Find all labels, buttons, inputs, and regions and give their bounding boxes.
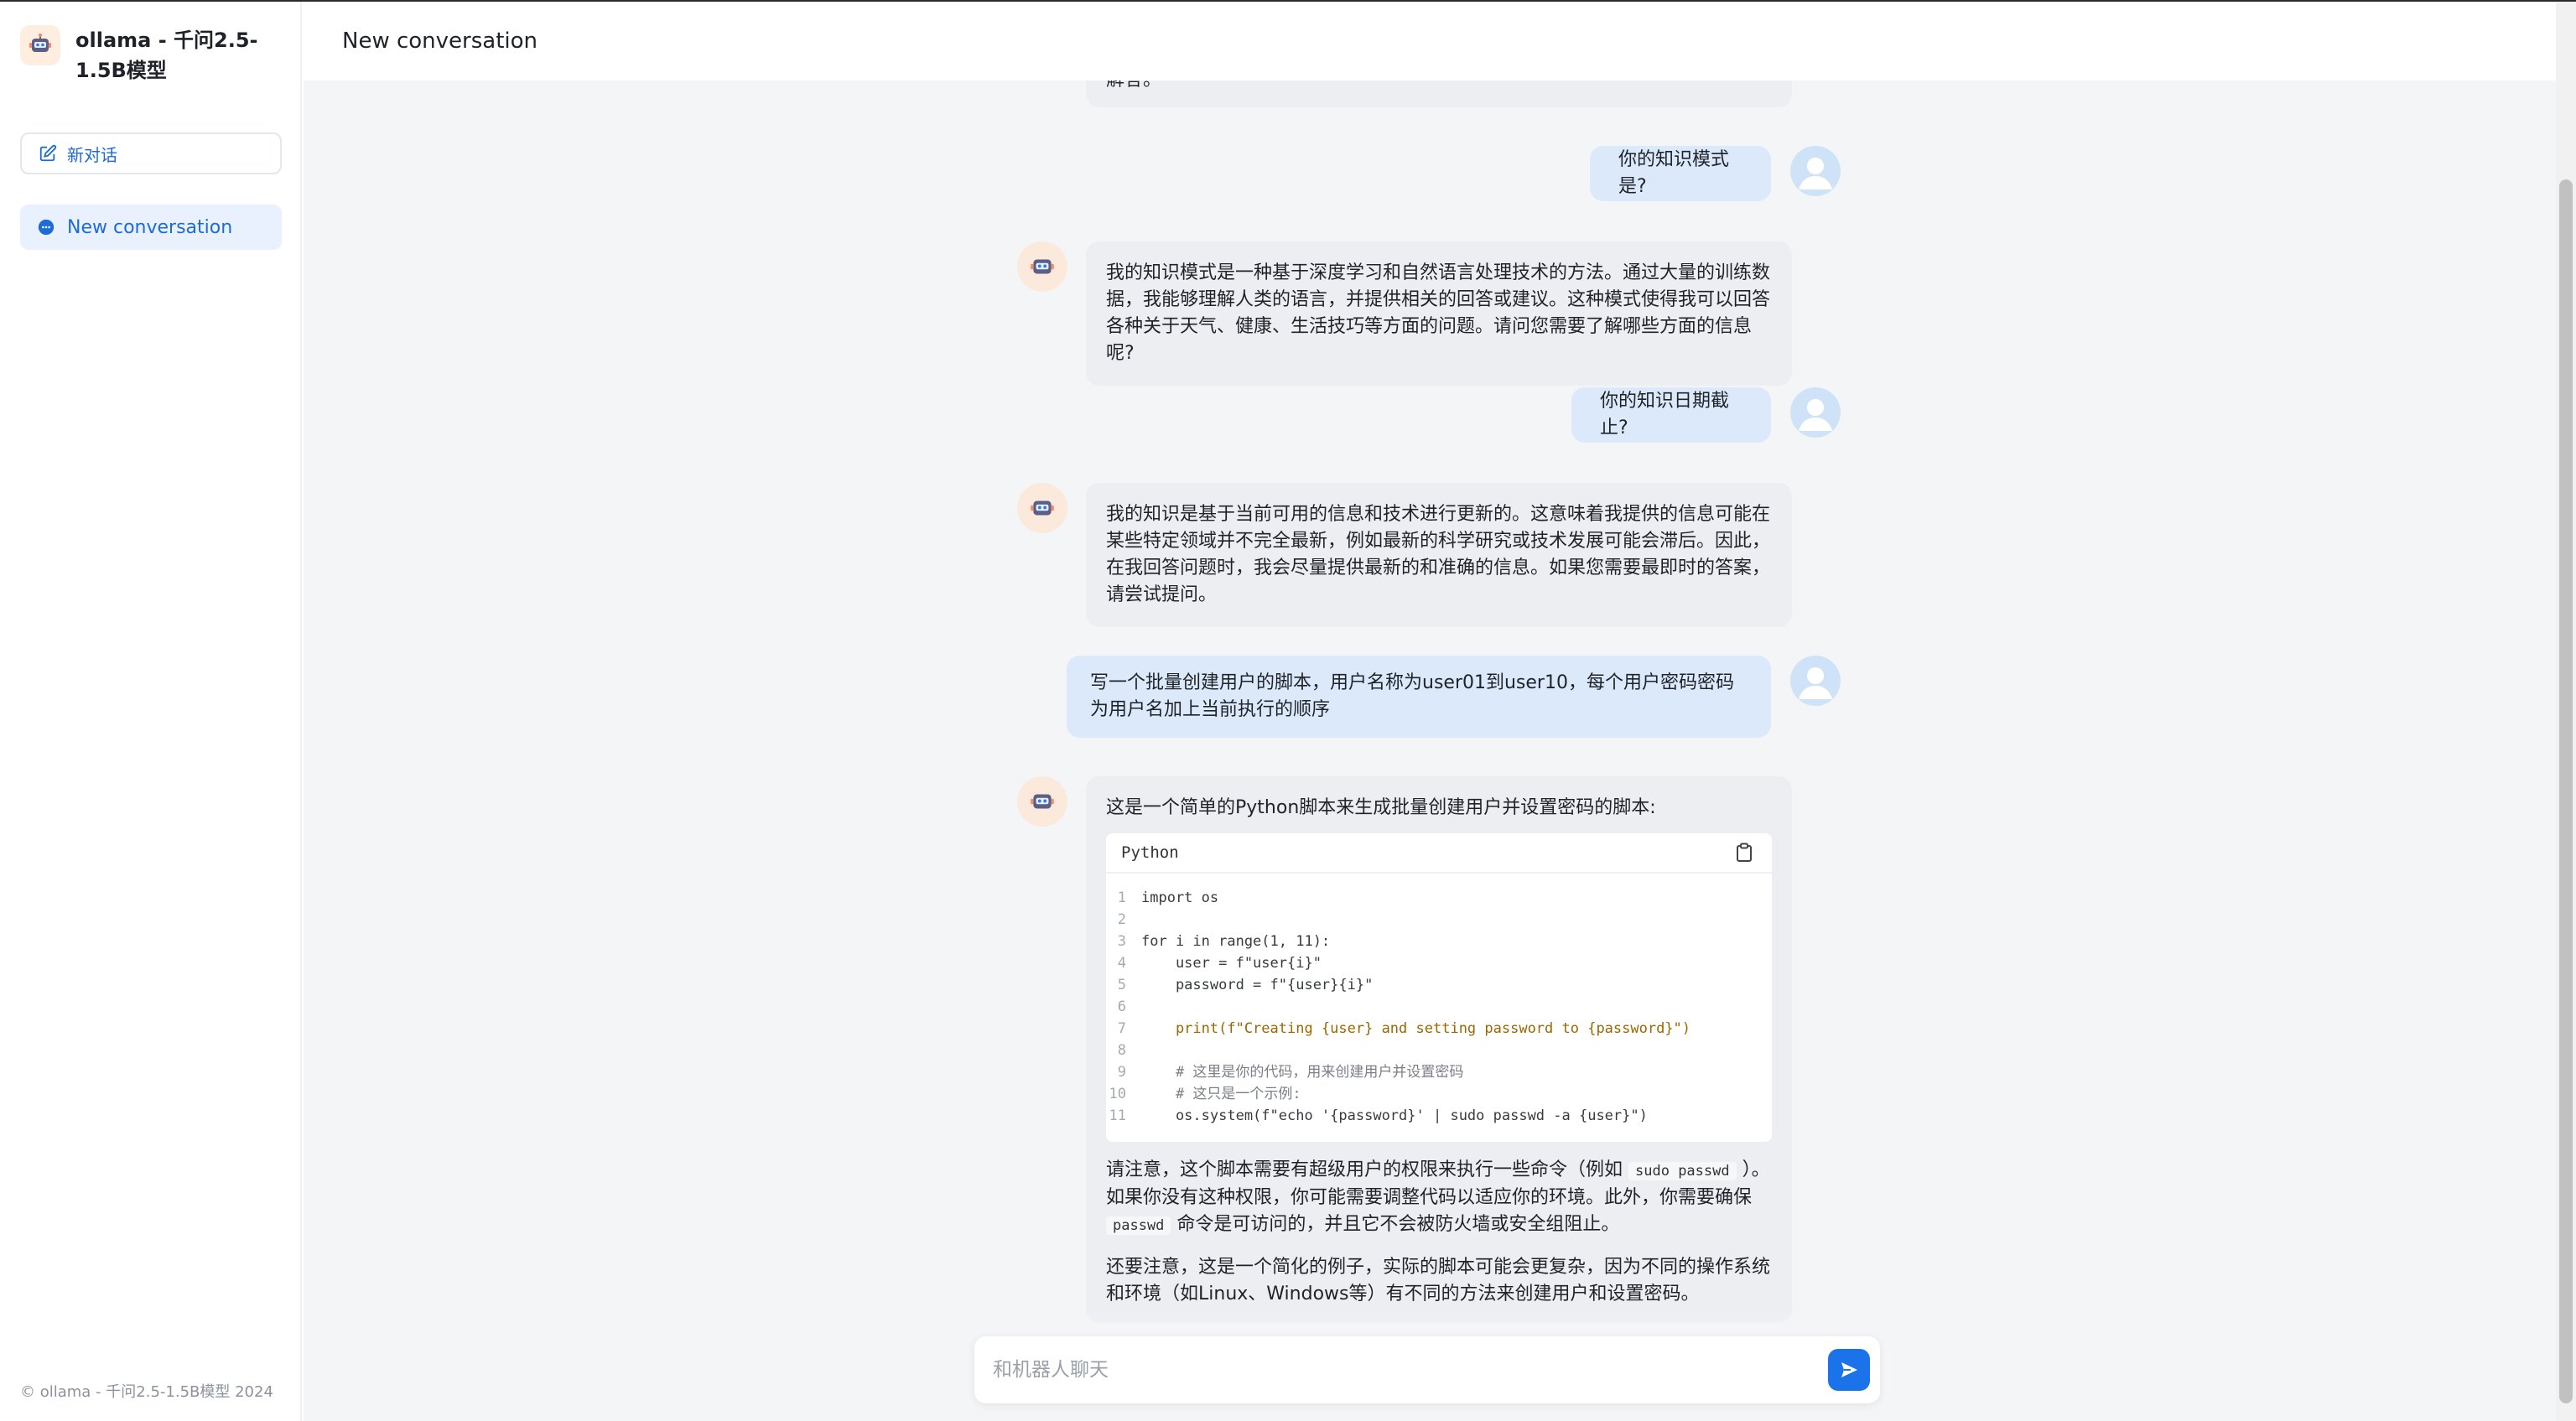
code-header: Python xyxy=(1106,833,1772,874)
send-button[interactable] xyxy=(1828,1349,1870,1391)
chat-bubble-icon xyxy=(38,219,55,236)
code-text: password = f"{user}{i}" xyxy=(1141,977,1374,993)
chat-main: New conversation 解答。 你的知识模式是? 我的知识模式是一种基… xyxy=(304,2,2556,1421)
code-body: 1 import os 2 3 for i in range(1, 11): 4 u… xyxy=(1106,874,1772,1142)
code-line: 11 os.system(f"echo '{password}' | sudo … xyxy=(1106,1105,1772,1127)
bot-avatar xyxy=(1017,483,1067,533)
message-composer xyxy=(974,1336,1880,1403)
code-block: Python 1 import os 2 3 for i in range(1, 1… xyxy=(1106,833,1772,1142)
code-line: 4 user = f"user{i}" xyxy=(1106,952,1772,974)
send-icon xyxy=(1841,1362,1857,1377)
inline-code: sudo passwd xyxy=(1628,1162,1737,1180)
code-line: 8 xyxy=(1117,1042,1126,1059)
code-text: # 这只是一个示例: xyxy=(1141,1086,1301,1102)
message-text: 你的知识日期截止? xyxy=(1600,391,1730,438)
code-text: os.system(f"echo '{password}' | sudo pas… xyxy=(1141,1107,1648,1124)
edit-icon xyxy=(39,144,57,162)
bot-message: 这是一个简单的Python脚本来生成批量创建用户并设置密码的脚本: Python… xyxy=(1086,776,1792,1323)
sidebar-item-conversation[interactable]: New conversation xyxy=(20,205,282,250)
code-line: 6 xyxy=(1117,998,1126,1015)
message-text: 写一个批量创建用户的脚本，用户名称为user01到user10，每个用户密码密码… xyxy=(1090,672,1734,720)
copyright: © ollama - 千问2.5-1.5B模型 2024 xyxy=(20,1383,273,1401)
message-paragraph: 还要注意，这是一个简化的例子，实际的脚本可能会更复杂，因为不同的操作系统和环境（… xyxy=(1106,1257,1771,1304)
code-line: 10 # 这只是一个示例: xyxy=(1106,1083,1772,1105)
code-line: 3 for i in range(1, 11): xyxy=(1106,931,1772,952)
code-text: print(f"Creating {user} and setting pass… xyxy=(1141,1020,1691,1037)
code-line: 7 print(f"Creating {user} and setting pa… xyxy=(1106,1018,1772,1040)
bot-avatar xyxy=(1017,776,1067,827)
clipboard-icon[interactable] xyxy=(1735,843,1753,863)
code-text: for i in range(1, 11): xyxy=(1141,933,1331,950)
user-avatar xyxy=(1790,146,1841,196)
code-text: user = f"user{i}" xyxy=(1141,955,1322,972)
chat-input[interactable] xyxy=(993,1351,1781,1388)
code-text: import os xyxy=(1141,889,1219,906)
bot-avatar xyxy=(1017,241,1067,292)
message-text: 我的知识是基于当前可用的信息和技术进行更新的。这意味着我提供的信息可能在某些特定… xyxy=(1106,504,1771,605)
message-text: 请注意，这个脚本需要有超级用户的权限来执行一些命令（例如 xyxy=(1106,1159,1623,1180)
user-message: 你的知识日期截止? xyxy=(1571,387,1771,443)
user-avatar xyxy=(1790,387,1841,438)
code-line: 9 # 这里是你的代码，用来创建用户并设置密码 xyxy=(1106,1061,1772,1083)
message-text: 命令是可访问的，并且它不会被防火墙或安全组阻止。 xyxy=(1176,1214,1620,1235)
scrollbar-thumb[interactable] xyxy=(2559,179,2573,1403)
bot-message: 我的知识模式是一种基于深度学习和自然语言处理技术的方法。通过大量的训练数据，我能… xyxy=(1086,241,1792,386)
inline-code: passwd xyxy=(1106,1216,1171,1235)
new-chat-label: 新对话 xyxy=(67,144,117,165)
app-title: ollama - 千问2.5-1.5B模型 xyxy=(75,29,258,82)
message-text: 你的知识模式是? xyxy=(1618,149,1730,197)
user-avatar xyxy=(1790,656,1841,706)
code-text: # 这里是你的代码，用来创建用户并设置密码 xyxy=(1141,1064,1464,1081)
conversation-label: New conversation xyxy=(67,216,233,238)
code-line: 5 password = f"{user}{i}" xyxy=(1106,974,1772,996)
user-message: 你的知识模式是? xyxy=(1590,146,1771,201)
new-chat-button[interactable]: 新对话 xyxy=(20,132,282,174)
sidebar: ollama - 千问2.5-1.5B模型 新对话 New conversati… xyxy=(0,2,302,1421)
code-line: 1 import os xyxy=(1106,887,1772,909)
message-paragraph: 请注意，这个脚本需要有超级用户的权限来执行一些命令（例如 sudo passwd… xyxy=(1106,1157,1772,1239)
code-language: Python xyxy=(1121,843,1179,862)
bot-message: 我的知识是基于当前可用的信息和技术进行更新的。这意味着我提供的信息可能在某些特定… xyxy=(1086,483,1792,627)
message-intro: 这是一个简单的Python脚本来生成批量创建用户并设置密码的脚本: xyxy=(1106,797,1656,818)
message-text: 我的知识模式是一种基于深度学习和自然语言处理技术的方法。通过大量的训练数据，我能… xyxy=(1106,262,1771,364)
brand: ollama - 千问2.5-1.5B模型 xyxy=(20,25,285,86)
code-line: 2 xyxy=(1117,911,1126,928)
user-message: 写一个批量创建用户的脚本，用户名称为user01到user10，每个用户密码密码… xyxy=(1067,656,1771,738)
page-title: New conversation xyxy=(304,2,2556,80)
robot-icon xyxy=(20,25,60,65)
